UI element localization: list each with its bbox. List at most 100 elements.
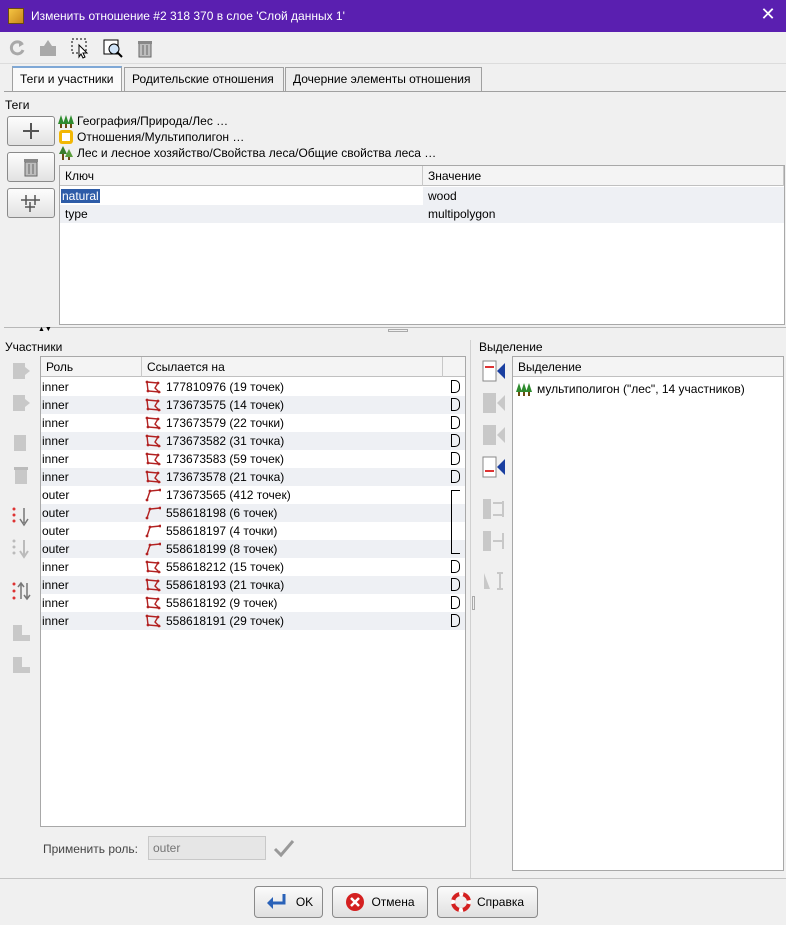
member-ref-cell[interactable]: 173673583 (59 точек) bbox=[142, 450, 443, 468]
add-selected-at-end-icon[interactable] bbox=[481, 454, 507, 480]
member-ref-cell[interactable]: 173673579 (22 точки) bbox=[142, 414, 443, 432]
tab-tags-members[interactable]: Теги и участники bbox=[12, 66, 122, 92]
member-row[interactable]: inner 558618191 (29 точек) bbox=[41, 612, 465, 630]
multi-plus-icon bbox=[21, 195, 40, 212]
member-ref-cell[interactable]: 558618193 (21 точка) bbox=[142, 576, 443, 594]
add-selected-after-icon[interactable] bbox=[481, 422, 507, 448]
member-row[interactable]: inner 173673582 (31 точка) bbox=[41, 432, 465, 450]
add-selected-before-icon[interactable] bbox=[481, 390, 507, 416]
member-ref-cell[interactable]: 558618192 (9 точек) bbox=[142, 594, 443, 612]
collapse-arrows-icon[interactable]: ▲▼ bbox=[38, 326, 52, 333]
member-row[interactable]: outer 558618199 (8 точек) bbox=[41, 540, 465, 558]
close-button[interactable]: ✕ bbox=[758, 4, 778, 25]
closed-way-icon bbox=[145, 614, 161, 628]
member-row[interactable]: inner 177810976 (19 точек) bbox=[41, 378, 465, 396]
member-row[interactable]: inner 173673578 (21 точка) bbox=[41, 468, 465, 486]
sort-down-red-icon[interactable] bbox=[8, 504, 34, 530]
member-role-cell[interactable]: outer bbox=[41, 522, 142, 540]
tag-value-cell[interactable]: multipolygon bbox=[423, 205, 784, 223]
add-tag-button[interactable] bbox=[7, 116, 55, 146]
divider-grip-icon[interactable] bbox=[472, 596, 475, 610]
member-role-cell[interactable]: inner bbox=[41, 594, 142, 612]
zoom-to-icon[interactable] bbox=[102, 37, 124, 59]
refresh-icon[interactable] bbox=[6, 37, 28, 59]
add-after-icon[interactable] bbox=[8, 652, 34, 678]
remove-selected-icon[interactable] bbox=[481, 528, 507, 554]
help-button[interactable]: Справка bbox=[437, 886, 538, 918]
member-ref-cell[interactable]: 173673565 (412 точек) bbox=[142, 486, 443, 504]
member-row[interactable]: inner 558618192 (9 точек) bbox=[41, 594, 465, 612]
sort-selection-icon[interactable] bbox=[481, 568, 507, 594]
add-multiple-tags-button[interactable] bbox=[7, 188, 55, 218]
column-selection[interactable]: Выделение bbox=[513, 357, 783, 377]
trash-member-icon[interactable] bbox=[8, 462, 34, 488]
member-role-cell[interactable]: inner bbox=[41, 432, 142, 450]
member-ref-cell[interactable]: 173673575 (14 точек) bbox=[142, 396, 443, 414]
member-ref-cell[interactable]: 558618212 (15 точек) bbox=[142, 558, 443, 576]
member-role-cell[interactable]: inner bbox=[41, 378, 142, 396]
member-row[interactable]: outer 173673565 (412 точек) bbox=[41, 486, 465, 504]
member-row[interactable]: outer 558618197 (4 точки) bbox=[41, 522, 465, 540]
member-ref-cell[interactable]: 173673582 (31 точка) bbox=[142, 432, 443, 450]
members-selection-divider[interactable] bbox=[470, 340, 476, 878]
delete-tag-button[interactable] bbox=[7, 152, 55, 182]
selection-item[interactable]: мультиполигон ("лес", 14 участников) bbox=[513, 380, 783, 398]
member-role-cell[interactable]: inner bbox=[41, 414, 142, 432]
selection-item-label: мультиполигон ("лес", 14 участников) bbox=[537, 382, 745, 396]
trash-icon[interactable] bbox=[134, 37, 156, 59]
member-role-cell[interactable]: outer bbox=[41, 504, 142, 522]
column-refers-to[interactable]: Ссылается на bbox=[142, 357, 443, 377]
member-role-cell[interactable]: outer bbox=[41, 486, 142, 504]
tag-key-cell[interactable]: type bbox=[60, 205, 423, 223]
column-role[interactable]: Роль bbox=[41, 357, 142, 377]
member-role-cell[interactable]: outer bbox=[41, 540, 142, 558]
cancel-button[interactable]: Отмена bbox=[332, 886, 428, 918]
member-role-cell[interactable]: inner bbox=[41, 396, 142, 414]
add-selected-at-start-icon[interactable] bbox=[481, 358, 507, 384]
member-ref-cell[interactable]: 177810976 (19 точек) bbox=[142, 378, 443, 396]
tag-key-cell[interactable]: natural bbox=[60, 187, 423, 205]
select-members-icon[interactable] bbox=[481, 496, 507, 522]
split-divider[interactable]: ▲▼ bbox=[4, 326, 786, 335]
apply-role-input[interactable] bbox=[148, 836, 266, 860]
upload-icon[interactable] bbox=[37, 37, 59, 59]
edit-member-icon[interactable] bbox=[8, 430, 34, 456]
preset-forest[interactable]: География/Природа/Лес … bbox=[58, 114, 228, 128]
member-role-cell[interactable]: inner bbox=[41, 612, 142, 630]
move-down-member-icon[interactable] bbox=[8, 390, 34, 416]
column-value[interactable]: Значение bbox=[423, 166, 784, 186]
member-ref-text: 558618198 (6 точек) bbox=[166, 506, 278, 520]
tag-key-text[interactable]: natural bbox=[61, 189, 100, 203]
tag-row[interactable]: type multipolygon bbox=[60, 205, 784, 223]
column-key[interactable]: Ключ bbox=[60, 166, 423, 186]
sort-down-icon[interactable] bbox=[8, 536, 34, 562]
member-ref-cell[interactable]: 558618191 (29 точек) bbox=[142, 612, 443, 630]
member-ref-cell[interactable]: 558618199 (8 точек) bbox=[142, 540, 443, 558]
tab-parent-relations[interactable]: Родительские отношения bbox=[124, 67, 284, 91]
preset-forest-properties[interactable]: Лес и лесное хозяйство/Свойства леса/Общ… bbox=[58, 146, 436, 160]
move-up-member-icon[interactable] bbox=[8, 358, 34, 384]
add-before-icon[interactable] bbox=[8, 620, 34, 646]
member-role-cell[interactable]: inner bbox=[41, 450, 142, 468]
apply-role-check-icon[interactable] bbox=[272, 837, 296, 862]
tag-row[interactable]: natural wood bbox=[60, 187, 784, 205]
member-row[interactable]: inner 558618193 (21 точка) bbox=[41, 576, 465, 594]
member-row[interactable]: inner 558618212 (15 точек) bbox=[41, 558, 465, 576]
member-ref-cell[interactable]: 558618197 (4 точки) bbox=[142, 522, 443, 540]
member-row[interactable]: inner 173673575 (14 точек) bbox=[41, 396, 465, 414]
member-ref-cell[interactable]: 173673578 (21 точка) bbox=[142, 468, 443, 486]
member-row[interactable]: inner 173673583 (59 точек) bbox=[41, 450, 465, 468]
member-role-cell[interactable]: inner bbox=[41, 468, 142, 486]
tag-value-cell[interactable]: wood bbox=[423, 187, 784, 205]
ok-button[interactable]: OK bbox=[254, 886, 323, 918]
reverse-icon[interactable] bbox=[8, 578, 34, 604]
member-row[interactable]: inner 173673579 (22 точки) bbox=[41, 414, 465, 432]
member-ref-cell[interactable]: 558618198 (6 точек) bbox=[142, 504, 443, 522]
split-grip-icon[interactable] bbox=[388, 329, 408, 332]
member-role-cell[interactable]: inner bbox=[41, 576, 142, 594]
member-row[interactable]: outer 558618198 (6 точек) bbox=[41, 504, 465, 522]
member-role-cell[interactable]: inner bbox=[41, 558, 142, 576]
tab-child-elements[interactable]: Дочерние элементы отношения bbox=[285, 67, 482, 91]
select-icon[interactable] bbox=[70, 37, 92, 59]
preset-multipolygon[interactable]: Отношения/Мультиполигон … bbox=[58, 130, 244, 144]
